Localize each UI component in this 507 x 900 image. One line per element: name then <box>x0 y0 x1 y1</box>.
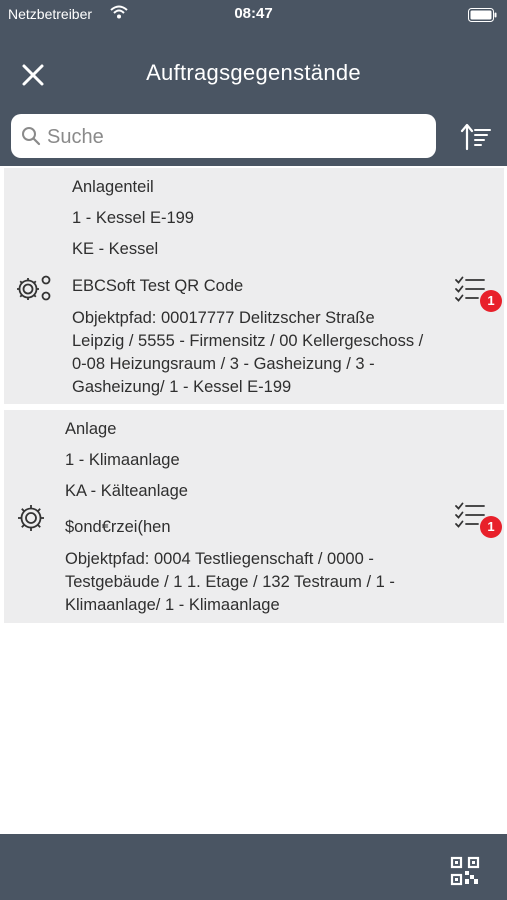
battery-icon <box>468 8 498 27</box>
item-type: Anlage <box>65 420 117 438</box>
item-type: Anlagenteil <box>72 178 154 196</box>
item-code: $ond€rzei(hen <box>65 518 171 536</box>
item-path: Objektpfad: 00017777 Delitzscher Straße … <box>72 307 423 399</box>
sort-icon <box>460 123 491 151</box>
gear-icon <box>16 503 46 538</box>
item-path: Objektpfad: 0004 Testliegenschaft / 0000… <box>65 548 395 617</box>
item-code: EBCSoft Test QR Code <box>72 277 244 295</box>
search-icon <box>21 126 41 151</box>
item-category: KA - Kälteanlage <box>65 482 188 500</box>
item-category: KE - Kessel <box>72 240 159 258</box>
clock: 08:47 <box>234 5 273 22</box>
item-number: 1 - Klimaanlage <box>65 451 180 469</box>
status-bar: Netzbetreiber 08:47 <box>0 0 507 30</box>
list-item[interactable]: Anlage 1 - Klimaanlage KA - Kälteanlage … <box>4 410 504 623</box>
path-line: Objektpfad: 0004 Testliegenschaft / 0000… <box>65 550 374 568</box>
list-item[interactable]: Anlagenteil 1 - Kessel E-199 KE - Kessel… <box>4 168 504 404</box>
search-bar[interactable] <box>11 114 436 158</box>
qr-code-icon <box>450 856 480 886</box>
checklist-badge: 1 <box>480 516 502 538</box>
path-line: Objektpfad: 00017777 Delitzscher Straße <box>72 309 375 327</box>
path-line: 0-08 Heizungsraum / 3 - Gasheizung / 3 - <box>72 355 375 373</box>
path-line: Gasheizung/ 1 - Kessel E-199 <box>72 378 292 396</box>
item-number: 1 - Kessel E-199 <box>72 209 194 227</box>
search-input[interactable] <box>45 120 429 154</box>
page-title: Auftragsgegenstände <box>146 60 361 85</box>
header-bar: Netzbetreiber 08:47 Auftragsgegenstände <box>0 0 507 166</box>
gears-icon <box>16 272 54 309</box>
qr-scan-button[interactable] <box>450 856 480 886</box>
bottom-toolbar <box>0 834 507 900</box>
checklist-badge: 1 <box>480 290 502 312</box>
path-line: Leipzig / 5555 - Firmensitz / 00 Kellerg… <box>72 332 424 350</box>
sort-button[interactable] <box>460 122 492 152</box>
path-line: Klimaanlage/ 1 - Klimaanlage <box>65 596 280 614</box>
path-line: Testgebäude / 1 1. Etage / 132 Testraum … <box>65 573 395 591</box>
